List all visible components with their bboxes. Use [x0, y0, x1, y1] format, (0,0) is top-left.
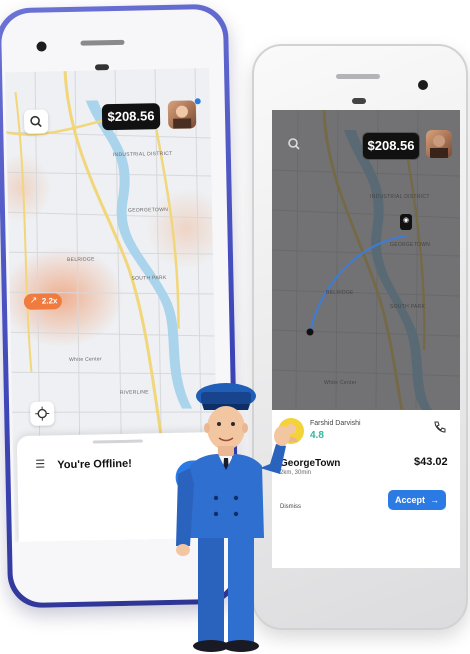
trend-up-icon: ↗: [29, 294, 38, 305]
ride-request-card: Farshid Darvishi 4.8 GeorgeTown 2km, 30m…: [272, 410, 460, 568]
speaker-grille: [336, 74, 380, 79]
balance-pill[interactable]: $208.56: [101, 103, 161, 131]
front-camera: [418, 80, 428, 90]
sensor: [352, 98, 366, 104]
locate-button[interactable]: [29, 401, 55, 426]
driver-avatar[interactable]: [426, 130, 452, 158]
search-icon[interactable]: [282, 132, 306, 156]
map-label-georgetown: GEORGETOWN: [127, 206, 169, 214]
surge-badge: ↗ 2.2x: [23, 293, 63, 310]
map-label-belridge: BELRIDGE: [66, 256, 95, 264]
accept-button[interactable]: Accept →: [388, 490, 446, 510]
arrow-right-icon: →: [427, 495, 440, 505]
accept-label: Accept: [394, 495, 425, 505]
search-icon: [30, 115, 42, 128]
crosshair-icon: [35, 406, 50, 421]
map-label-white-center: White Center: [69, 356, 102, 364]
map-label-white-center: White Center: [324, 380, 357, 386]
online-indicator: [194, 98, 201, 105]
map-label-south-park: SOUTH PARK: [131, 274, 167, 282]
drag-handle[interactable]: [92, 439, 143, 444]
map-label-belridge: BELRIDGE: [326, 290, 354, 296]
list-icon: ☰: [35, 458, 46, 471]
surge-multiplier: 2.2x: [41, 296, 58, 306]
map-label-industrial: INDUSTRIAL DISTRICT: [112, 150, 173, 159]
rider-name: Farshid Darvishi: [310, 420, 361, 427]
map-label-industrial: INDUSTRIAL DISTRICT: [370, 194, 430, 200]
destination-pin: ◉: [400, 214, 412, 230]
map-label-georgetown: GEORGETOWN: [390, 242, 431, 248]
offline-status: You're Offline!: [57, 457, 132, 472]
driver-avatar[interactable]: [167, 100, 197, 129]
search-button[interactable]: [23, 109, 49, 134]
balance-pill[interactable]: $208.56: [362, 132, 420, 160]
right-map-screen: ◉ INDUSTRIAL DISTRICT GEORGETOWN BELRIDG…: [272, 110, 460, 568]
pin-icon: ◉: [403, 217, 410, 224]
speaker-grille: [80, 39, 125, 46]
map-label-south-park: SOUTH PARK: [390, 304, 426, 310]
phone-icon[interactable]: [432, 420, 446, 434]
map-label-riverline: RIVERLINE: [119, 389, 149, 396]
rider-rating: 4.8: [310, 430, 324, 441]
fare-amount: $43.02: [414, 456, 448, 468]
driver-mascot-illustration: [176, 383, 290, 652]
